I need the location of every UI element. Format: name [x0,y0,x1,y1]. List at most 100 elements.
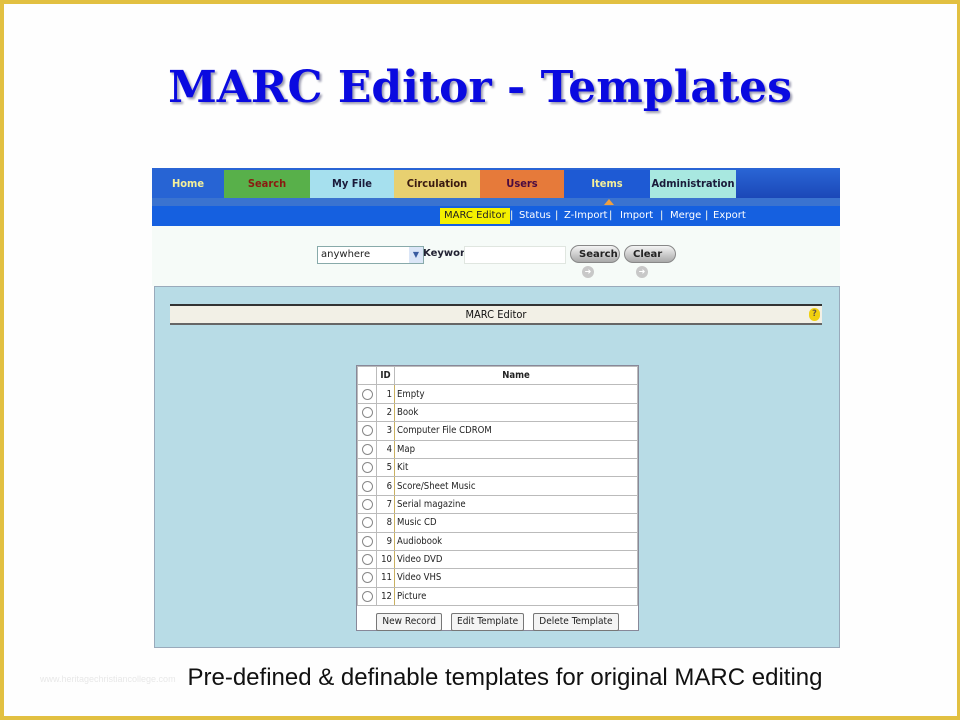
subnav-export[interactable]: Export [713,208,746,224]
row-name: Music CD [394,513,638,533]
row-id: 6 [376,476,395,496]
row-select-cell [357,494,377,515]
tab-users[interactable]: Users [480,170,564,198]
row-select-cell [357,384,377,404]
subnav-separator: | [609,210,613,221]
row-id: 5 [376,457,395,478]
table-row[interactable]: 11 Video VHS [357,568,638,588]
subnav-status[interactable]: Status [519,208,551,224]
row-name: Serial magazine [394,494,638,515]
row-radio-button[interactable] [361,480,373,492]
arrow-right-icon: ➜ [636,266,648,278]
table-row[interactable]: 7 Serial magazine [357,494,638,515]
panel-title: MARC Editor [465,308,527,321]
subnav-separator: | [510,210,514,221]
row-id: 4 [376,439,395,459]
column-header-id: ID [376,365,395,386]
row-name: Computer File CDROM [394,421,638,441]
table-row[interactable]: 9 Audiobook [357,531,638,551]
main-nav: Home Search My File Circulation Users It… [152,168,840,198]
row-id: 10 [376,549,395,570]
row-name: Score/Sheet Music [394,476,638,496]
row-id: 11 [376,568,395,588]
row-name: Audiobook [394,531,638,551]
subnav-merge[interactable]: Merge [670,208,701,224]
row-radio-button[interactable] [361,554,373,566]
row-name: Picture [394,586,638,607]
table-row[interactable]: 2 Book [357,402,638,423]
subnav-separator: | [705,210,709,221]
row-select-cell [357,457,377,478]
row-id: 8 [376,513,395,533]
search-button-label: Search [579,249,618,260]
row-radio-button[interactable] [361,572,373,584]
row-select-cell [357,531,377,551]
row-name: Empty [394,384,638,404]
row-id: 12 [376,586,395,607]
table-row[interactable]: 5 Kit [357,457,638,478]
row-radio-button[interactable] [361,498,373,510]
row-name: Kit [394,457,638,478]
row-id: 2 [376,402,395,423]
tab-my-file[interactable]: My File [310,170,394,198]
row-radio-button[interactable] [361,462,373,474]
delete-template-button[interactable]: Delete Template [533,613,619,632]
table-header-row: ID Name [357,365,638,386]
table-row[interactable]: 3 Computer File CDROM [357,421,638,441]
row-radio-button[interactable] [361,535,373,547]
edit-template-button[interactable]: Edit Template [451,613,525,632]
table-row[interactable]: 4 Map [357,439,638,459]
row-name: Book [394,402,638,423]
table-actions: New Record Edit Template Delete Template [357,606,638,632]
subnav-z-import[interactable]: Z-Import [564,208,607,224]
table-row[interactable]: 6 Score/Sheet Music [357,476,638,496]
clear-button[interactable]: Clear ➜ [624,245,676,278]
row-radio-button[interactable] [361,388,373,400]
row-id: 3 [376,421,395,441]
row-id: 9 [376,531,395,551]
clear-button-label: Clear [633,249,663,260]
subnav-import[interactable]: Import [620,208,653,224]
slide-title: MARC Editor - Templates [168,62,792,113]
table-row[interactable]: 8 Music CD [357,513,638,533]
row-radio-button[interactable] [361,443,373,455]
row-select-cell [357,549,377,570]
tab-items[interactable]: Items [564,170,650,198]
tab-home[interactable]: Home [152,170,224,198]
tab-circulation[interactable]: Circulation [394,170,480,198]
search-bar: anywhere ▼ Keyword Search➜ Clear➜ [152,226,840,286]
keyword-input[interactable] [464,246,566,264]
table-row[interactable]: 1 Empty [357,384,638,404]
row-select-cell [357,586,377,607]
tab-search[interactable]: Search [224,170,310,198]
row-select-cell [357,402,377,423]
help-icon[interactable]: ? [809,308,820,321]
table-row[interactable]: 10 Video DVD [357,549,638,570]
row-radio-button[interactable] [361,406,373,418]
row-radio-button[interactable] [361,425,373,437]
row-select-cell [357,568,377,588]
tab-administration[interactable]: Administration [650,170,736,198]
row-id: 1 [376,384,395,404]
row-name: Map [394,439,638,459]
row-select-cell [357,513,377,533]
search-button[interactable]: Search ➜ [570,245,620,278]
subnav-separator: | [660,210,664,221]
new-record-button[interactable]: New Record [376,613,442,632]
search-scope-value: anywhere [321,249,371,260]
panel-header: MARC Editor ? [170,304,822,325]
active-tab-caret-icon [604,199,614,205]
row-radio-button[interactable] [361,590,373,602]
table-row[interactable]: 12 Picture [357,586,638,607]
column-header-name: Name [394,365,638,386]
row-radio-button[interactable] [361,517,373,529]
row-select-cell [357,476,377,496]
subnav-separator: | [555,210,559,221]
caption-text: Pre-defined & definable templates for or… [187,664,823,691]
column-header-select [357,365,377,386]
chevron-down-icon[interactable]: ▼ [409,247,423,263]
nav-divider [152,198,840,206]
search-scope-select[interactable]: anywhere ▼ [317,246,424,264]
subnav-marc-editor[interactable]: MARC Editor [440,208,510,224]
slide-caption: Pre-defined & definable templates for or… [0,664,960,692]
